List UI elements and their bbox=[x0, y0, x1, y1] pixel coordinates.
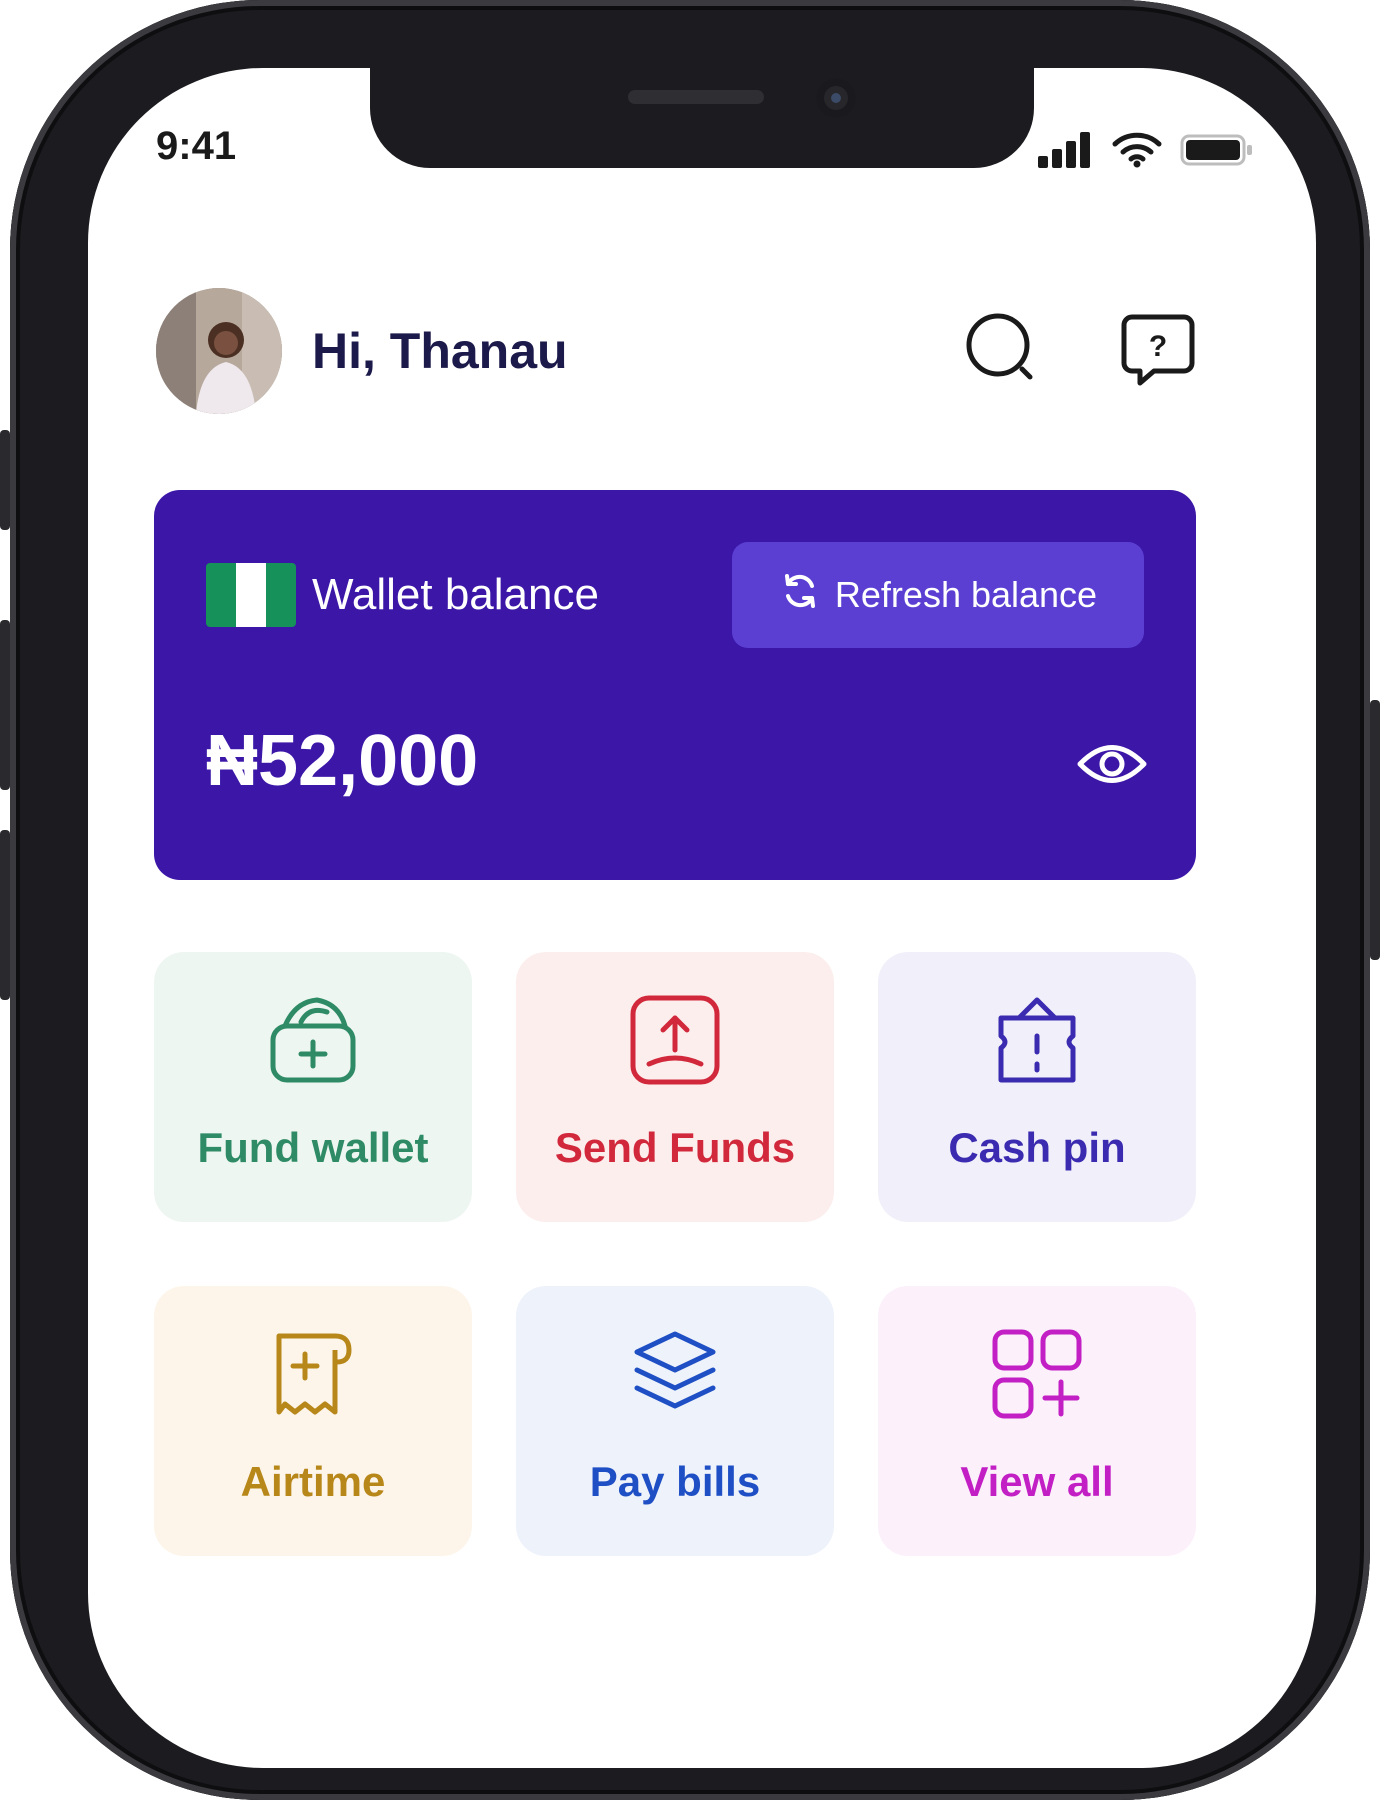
cash-pin-tile[interactable]: Cash pin bbox=[878, 952, 1196, 1222]
wifi-icon bbox=[1112, 132, 1162, 172]
search-icon bbox=[964, 311, 1040, 391]
speaker bbox=[628, 90, 764, 104]
refresh-icon bbox=[779, 570, 821, 621]
wallet-balance-amount: ₦52,000 bbox=[206, 721, 479, 801]
pay-bills-tile[interactable]: Pay bills bbox=[516, 1286, 834, 1556]
toggle-balance-visibility-button[interactable] bbox=[1076, 730, 1148, 802]
wallet-card: Wallet balance Refresh balance ₦52,000 bbox=[154, 490, 1196, 880]
airtime-tile[interactable]: Airtime bbox=[154, 1286, 472, 1556]
cash-pin-label: Cash pin bbox=[948, 1124, 1126, 1171]
phone-frame: 9:41 Hi, Thanau ? Wallet balance Refresh… bbox=[0, 0, 1380, 1800]
upload-icon bbox=[625, 990, 725, 1090]
airtime-receipt-icon bbox=[263, 1324, 363, 1424]
eye-icon bbox=[1076, 739, 1148, 793]
notch bbox=[370, 68, 1034, 168]
layers-icon bbox=[625, 1324, 725, 1424]
battery-icon bbox=[1180, 132, 1254, 172]
airtime-label: Airtime bbox=[240, 1458, 386, 1505]
phone-side-button bbox=[0, 430, 10, 530]
search-button[interactable] bbox=[964, 313, 1040, 389]
front-camera bbox=[816, 78, 856, 118]
refresh-balance-button[interactable]: Refresh balance bbox=[732, 542, 1144, 648]
wallet-balance-label: Wallet balance bbox=[312, 570, 599, 619]
refresh-balance-label: Refresh balance bbox=[834, 574, 1098, 615]
app-screen: 9:41 Hi, Thanau ? Wallet balance Refresh… bbox=[88, 68, 1316, 1768]
phone-side-button bbox=[0, 620, 10, 790]
help-button[interactable]: ? bbox=[1120, 313, 1196, 389]
send-funds-tile[interactable]: Send Funds bbox=[516, 952, 834, 1222]
svg-text:?: ? bbox=[1149, 330, 1167, 363]
grid-add-icon bbox=[987, 1324, 1087, 1424]
phone-side-button bbox=[0, 830, 10, 1000]
header: Hi, Thanau ? bbox=[156, 288, 1196, 414]
avatar[interactable] bbox=[156, 288, 282, 414]
status-time: 9:41 bbox=[156, 124, 237, 168]
help-chat-icon: ? bbox=[1120, 311, 1196, 391]
greeting-text: Hi, Thanau bbox=[312, 323, 568, 379]
cash-pin-icon bbox=[987, 990, 1087, 1090]
phone-power-button bbox=[1370, 700, 1380, 960]
cellular-signal-icon bbox=[1038, 132, 1094, 172]
send-funds-label: Send Funds bbox=[554, 1124, 796, 1171]
fund-wallet-label: Fund wallet bbox=[197, 1124, 429, 1171]
wallet-add-icon bbox=[263, 990, 363, 1090]
status-icons bbox=[1038, 132, 1254, 172]
nigeria-flag-icon bbox=[206, 563, 296, 627]
fund-wallet-tile[interactable]: Fund wallet bbox=[154, 952, 472, 1222]
view-all-tile[interactable]: View all bbox=[878, 1286, 1196, 1556]
pay-bills-label: Pay bills bbox=[589, 1458, 761, 1505]
view-all-label: View all bbox=[960, 1458, 1114, 1505]
